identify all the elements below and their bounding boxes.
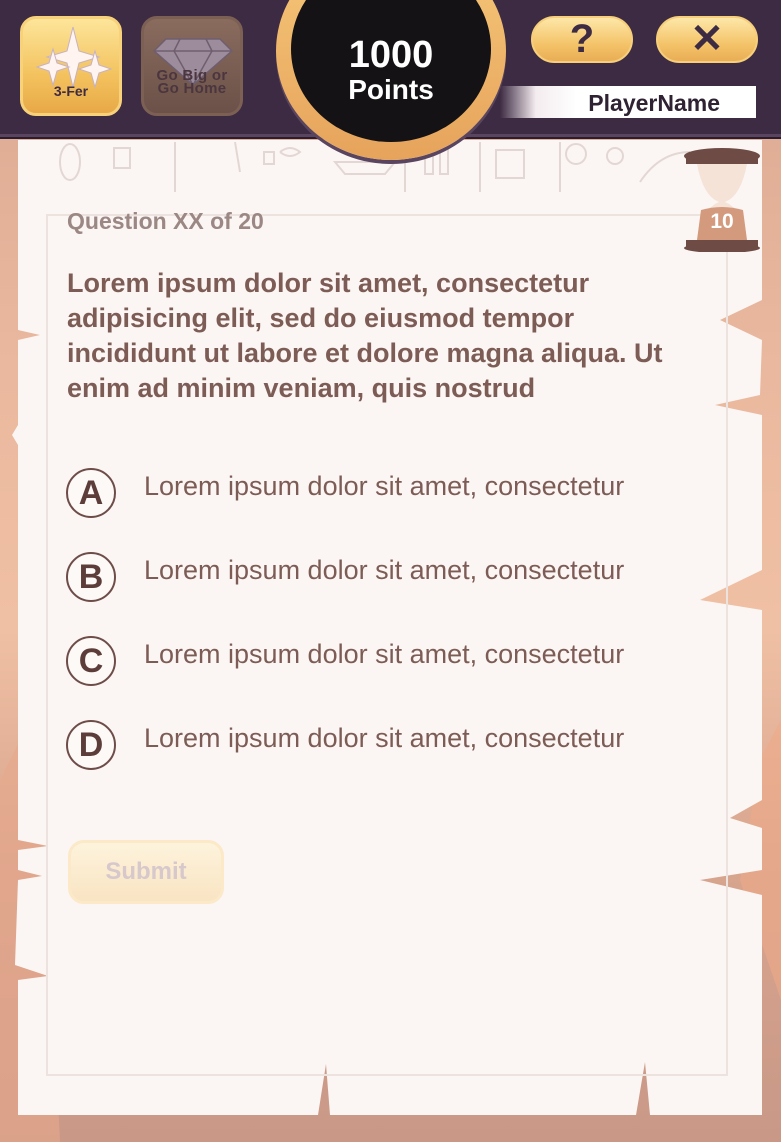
- answer-text: Lorem ipsum dolor sit amet, consectetur: [144, 471, 625, 501]
- submit-button[interactable]: Submit: [68, 840, 224, 904]
- answer-letter: B: [66, 552, 116, 602]
- help-button[interactable]: ?: [531, 16, 633, 63]
- powerup-go-big-label-line2: Go Home: [157, 80, 227, 97]
- powerup-3-fer-button[interactable]: 3-Fer: [20, 16, 122, 116]
- answer-letter: A: [66, 468, 116, 518]
- points-unit: Points: [348, 74, 434, 105]
- answer-text: Lorem ipsum dolor sit amet, consectetur: [144, 723, 625, 753]
- help-icon: ?: [569, 17, 595, 61]
- powerup-go-big-label: Go Big or Go Home: [144, 68, 240, 97]
- question-text: Lorem ipsum dolor sit amet, consectetur …: [67, 268, 663, 403]
- hourglass-icon: [684, 148, 760, 252]
- answer-text: Lorem ipsum dolor sit amet, consectetur: [144, 555, 625, 585]
- timer-value: 10: [710, 210, 734, 233]
- answer-option-b[interactable]: B Lorem ipsum dolor sit amet, consectetu…: [66, 552, 706, 606]
- answer-option-a[interactable]: A Lorem ipsum dolor sit amet, consectetu…: [66, 468, 706, 522]
- player-name: PlayerName: [588, 90, 720, 116]
- question-counter: Question XX of 20: [67, 208, 264, 234]
- close-icon: ✕: [690, 17, 724, 61]
- answer-option-c[interactable]: C Lorem ipsum dolor sit amet, consectetu…: [66, 636, 706, 690]
- answer-option-d[interactable]: D Lorem ipsum dolor sit amet, consectetu…: [66, 720, 706, 774]
- player-name-banner: PlayerName: [500, 86, 756, 118]
- close-button[interactable]: ✕: [656, 16, 758, 63]
- powerup-3-fer-label: 3-Fer: [53, 83, 89, 99]
- answer-letter: D: [66, 720, 116, 770]
- sparkles-icon: [35, 26, 113, 89]
- powerup-go-big-button[interactable]: Go Big or Go Home: [141, 16, 243, 116]
- answer-text: Lorem ipsum dolor sit amet, consectetur: [144, 639, 625, 669]
- answer-letter: C: [66, 636, 116, 686]
- points-value: 1000: [348, 34, 434, 76]
